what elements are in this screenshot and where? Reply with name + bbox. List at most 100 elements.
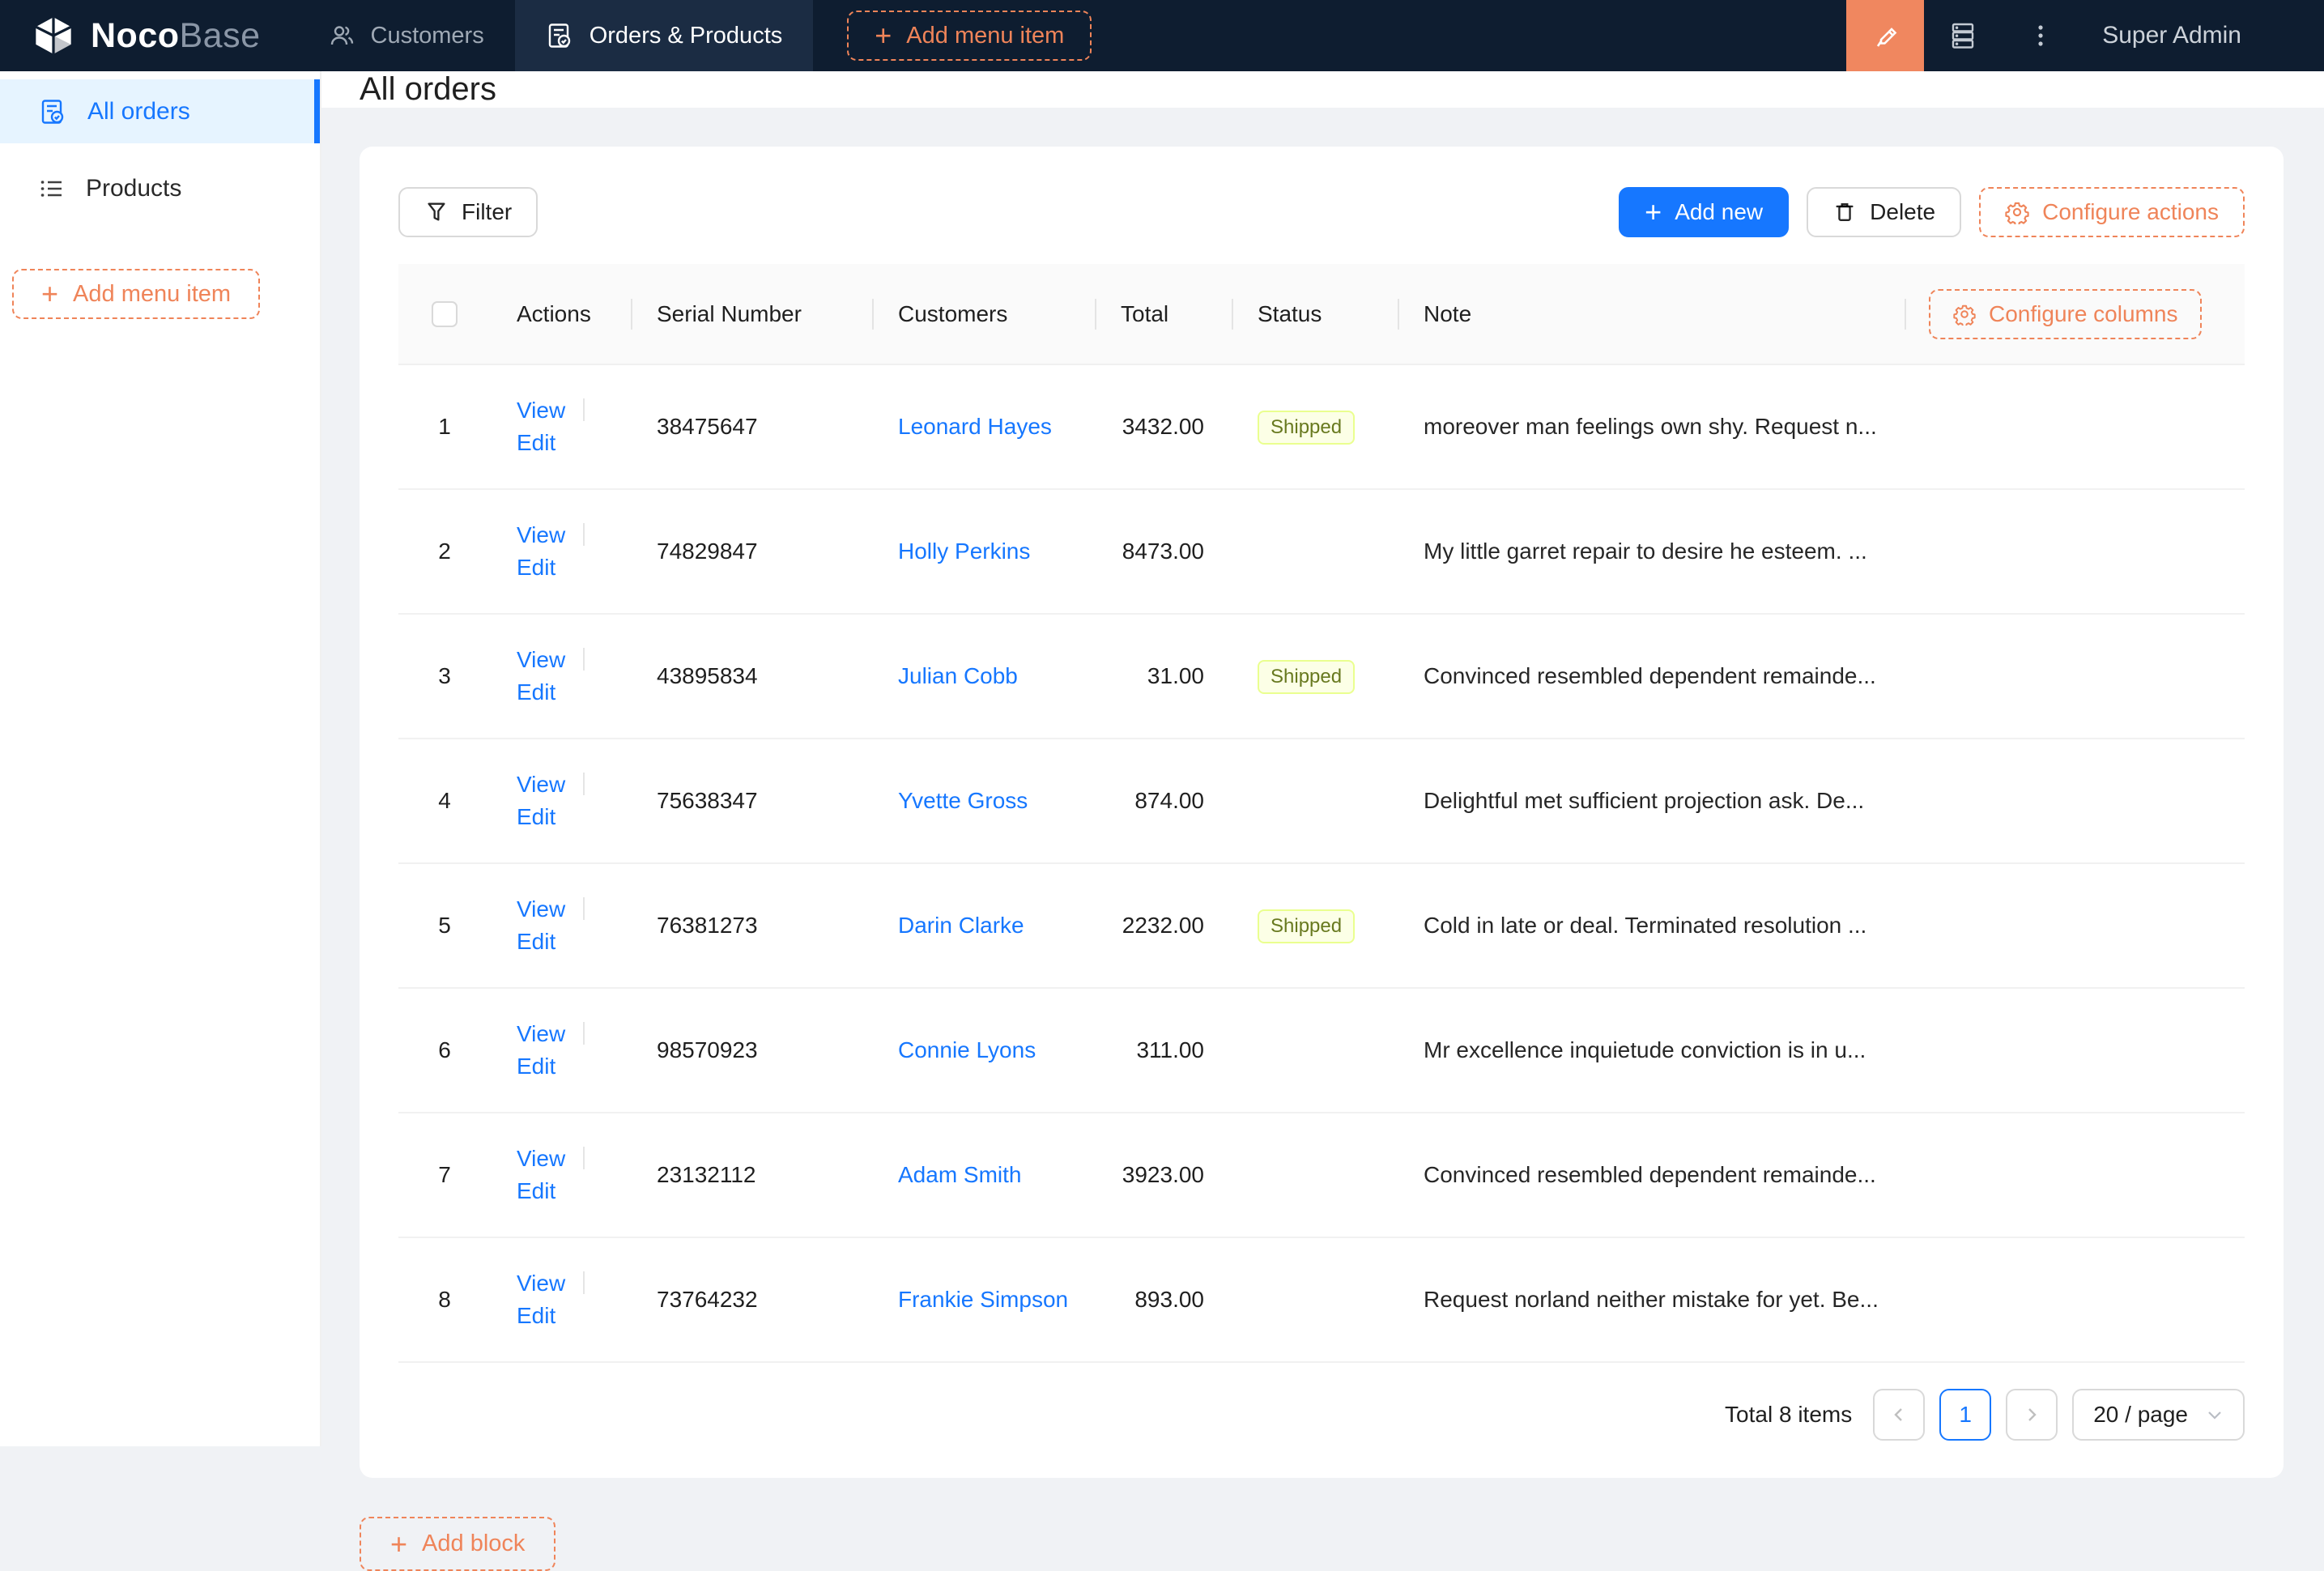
ui-editor-button[interactable] bbox=[1846, 0, 1924, 71]
edit-link[interactable]: Edit bbox=[517, 1054, 555, 1079]
orders-icon bbox=[546, 22, 573, 49]
view-link[interactable]: View bbox=[517, 1146, 565, 1171]
toolbar-right-group: + Add new Delete bbox=[1619, 187, 2245, 237]
row-actions: View Edit bbox=[491, 988, 631, 1113]
action-divider bbox=[583, 1147, 585, 1169]
view-link[interactable]: View bbox=[517, 772, 565, 797]
status-badge: Shipped bbox=[1258, 411, 1355, 445]
row-actions: View Edit bbox=[491, 1113, 631, 1237]
pagination-total: Total 8 items bbox=[1725, 1402, 1852, 1428]
table-row: 4 ViewEdit 75638347 Yvette Gross 874.00 … bbox=[398, 739, 2245, 863]
edit-link[interactable]: Edit bbox=[517, 1303, 555, 1328]
action-divider bbox=[583, 523, 585, 546]
status-cell bbox=[1232, 988, 1398, 1113]
edit-link[interactable]: Edit bbox=[517, 1178, 555, 1203]
add-block-button[interactable]: + Add block bbox=[360, 1517, 555, 1571]
view-link[interactable]: View bbox=[517, 1271, 565, 1296]
app-logo[interactable]: NocoBase bbox=[0, 15, 298, 57]
table-row: 3 ViewEdit 43895834 Julian Cobb 31.00 Sh… bbox=[398, 614, 2245, 739]
status-cell: Shipped bbox=[1232, 364, 1398, 489]
serial-number-cell: 73764232 bbox=[631, 1237, 872, 1362]
customer-link[interactable]: Julian Cobb bbox=[898, 663, 1018, 688]
nav-tab-label: Customers bbox=[371, 23, 484, 49]
customer-cell: Darin Clarke bbox=[872, 863, 1095, 988]
add-menu-item-button-sidebar[interactable]: + Add menu item bbox=[12, 269, 260, 319]
row-index: 7 bbox=[398, 1113, 491, 1237]
column-header-actions: Actions bbox=[491, 264, 631, 364]
row-actions: View Edit bbox=[491, 1237, 631, 1362]
page-header: All orders bbox=[321, 71, 2324, 108]
edit-link[interactable]: Edit bbox=[517, 555, 555, 580]
view-link[interactable]: View bbox=[517, 1021, 565, 1046]
row-actions: View Edit bbox=[491, 863, 631, 988]
serial-number-cell: 98570923 bbox=[631, 988, 872, 1113]
view-link[interactable]: View bbox=[517, 522, 565, 547]
table-header-row: Actions Serial Number Customers Total St… bbox=[398, 264, 2245, 364]
user-name[interactable]: Super Admin bbox=[2079, 22, 2324, 49]
edit-link[interactable]: Edit bbox=[517, 679, 555, 705]
sidebar-item-all-orders[interactable]: All orders bbox=[0, 79, 320, 143]
customer-link[interactable]: Holly Perkins bbox=[898, 539, 1030, 564]
filter-button[interactable]: Filter bbox=[398, 187, 538, 237]
configure-actions-button[interactable]: Configure actions bbox=[1979, 187, 2245, 237]
status-cell bbox=[1232, 1113, 1398, 1237]
customer-link[interactable]: Frankie Simpson bbox=[898, 1287, 1068, 1312]
serial-number-cell: 23132112 bbox=[631, 1113, 872, 1237]
empty-config-cell bbox=[1905, 1237, 2245, 1362]
select-all-checkbox[interactable] bbox=[432, 301, 458, 327]
ui-editor-highlighter-icon bbox=[1870, 20, 1900, 51]
pagination-prev-button[interactable] bbox=[1873, 1389, 1925, 1441]
edit-link[interactable]: Edit bbox=[517, 430, 555, 455]
column-header-serial-number: Serial Number bbox=[631, 264, 872, 364]
customer-link[interactable]: Leonard Hayes bbox=[898, 414, 1052, 439]
status-cell bbox=[1232, 1237, 1398, 1362]
sidebar-item-products[interactable]: Products bbox=[0, 156, 320, 220]
edit-link[interactable]: Edit bbox=[517, 804, 555, 829]
note-cell: Convinced resembled dependent remainde..… bbox=[1398, 614, 1905, 739]
nav-tab-orders-products[interactable]: Orders & Products bbox=[515, 0, 814, 71]
row-index: 3 bbox=[398, 614, 491, 739]
table-row: 6 ViewEdit 98570923 Connie Lyons 311.00 … bbox=[398, 988, 2245, 1113]
column-header-note: Note bbox=[1398, 264, 1905, 364]
table-row: 7 ViewEdit 23132112 Adam Smith 3923.00 C… bbox=[398, 1113, 2245, 1237]
configure-columns-button[interactable]: Configure columns bbox=[1929, 289, 2202, 339]
row-index: 6 bbox=[398, 988, 491, 1113]
add-new-button[interactable]: + Add new bbox=[1619, 187, 1789, 237]
note-cell: My little garret repair to desire he est… bbox=[1398, 489, 1905, 614]
empty-config-cell bbox=[1905, 489, 2245, 614]
orders-table-body: 1 ViewEdit 38475647 Leonard Hayes 3432.0… bbox=[398, 364, 2245, 1362]
view-link[interactable]: View bbox=[517, 896, 565, 922]
customer-link[interactable]: Adam Smith bbox=[898, 1162, 1022, 1187]
row-actions: View Edit bbox=[491, 364, 631, 489]
page-size-select[interactable]: 20 / page bbox=[2072, 1389, 2245, 1441]
nav-tab-customers[interactable]: Customers bbox=[298, 0, 515, 71]
customer-link[interactable]: Darin Clarke bbox=[898, 913, 1024, 938]
pagination-page-1-button[interactable]: 1 bbox=[1939, 1389, 1991, 1441]
total-cell: 8473.00 bbox=[1095, 489, 1232, 614]
row-actions: View Edit bbox=[491, 739, 631, 863]
add-menu-item-button-navbar[interactable]: + Add menu item bbox=[847, 11, 1092, 61]
view-link[interactable]: View bbox=[517, 398, 565, 423]
customer-cell: Julian Cobb bbox=[872, 614, 1095, 739]
customer-cell: Yvette Gross bbox=[872, 739, 1095, 863]
more-menu-button[interactable] bbox=[2002, 0, 2079, 71]
delete-button[interactable]: Delete bbox=[1807, 187, 1961, 237]
customer-link[interactable]: Connie Lyons bbox=[898, 1037, 1036, 1062]
customer-link[interactable]: Yvette Gross bbox=[898, 788, 1028, 813]
row-index: 8 bbox=[398, 1237, 491, 1362]
row-index: 5 bbox=[398, 863, 491, 988]
total-cell: 3432.00 bbox=[1095, 364, 1232, 489]
column-header-status: Status bbox=[1232, 264, 1398, 364]
empty-config-cell bbox=[1905, 988, 2245, 1113]
customer-cell: Adam Smith bbox=[872, 1113, 1095, 1237]
nav-tab-label: Orders & Products bbox=[590, 23, 783, 49]
row-index: 1 bbox=[398, 364, 491, 489]
view-link[interactable]: View bbox=[517, 647, 565, 672]
empty-config-cell bbox=[1905, 614, 2245, 739]
action-divider bbox=[583, 897, 585, 920]
column-header-total: Total bbox=[1095, 264, 1232, 364]
collections-button[interactable] bbox=[1924, 0, 2002, 71]
edit-link[interactable]: Edit bbox=[517, 929, 555, 954]
nocobase-logo-icon bbox=[32, 15, 74, 57]
pagination-next-button[interactable] bbox=[2006, 1389, 2058, 1441]
